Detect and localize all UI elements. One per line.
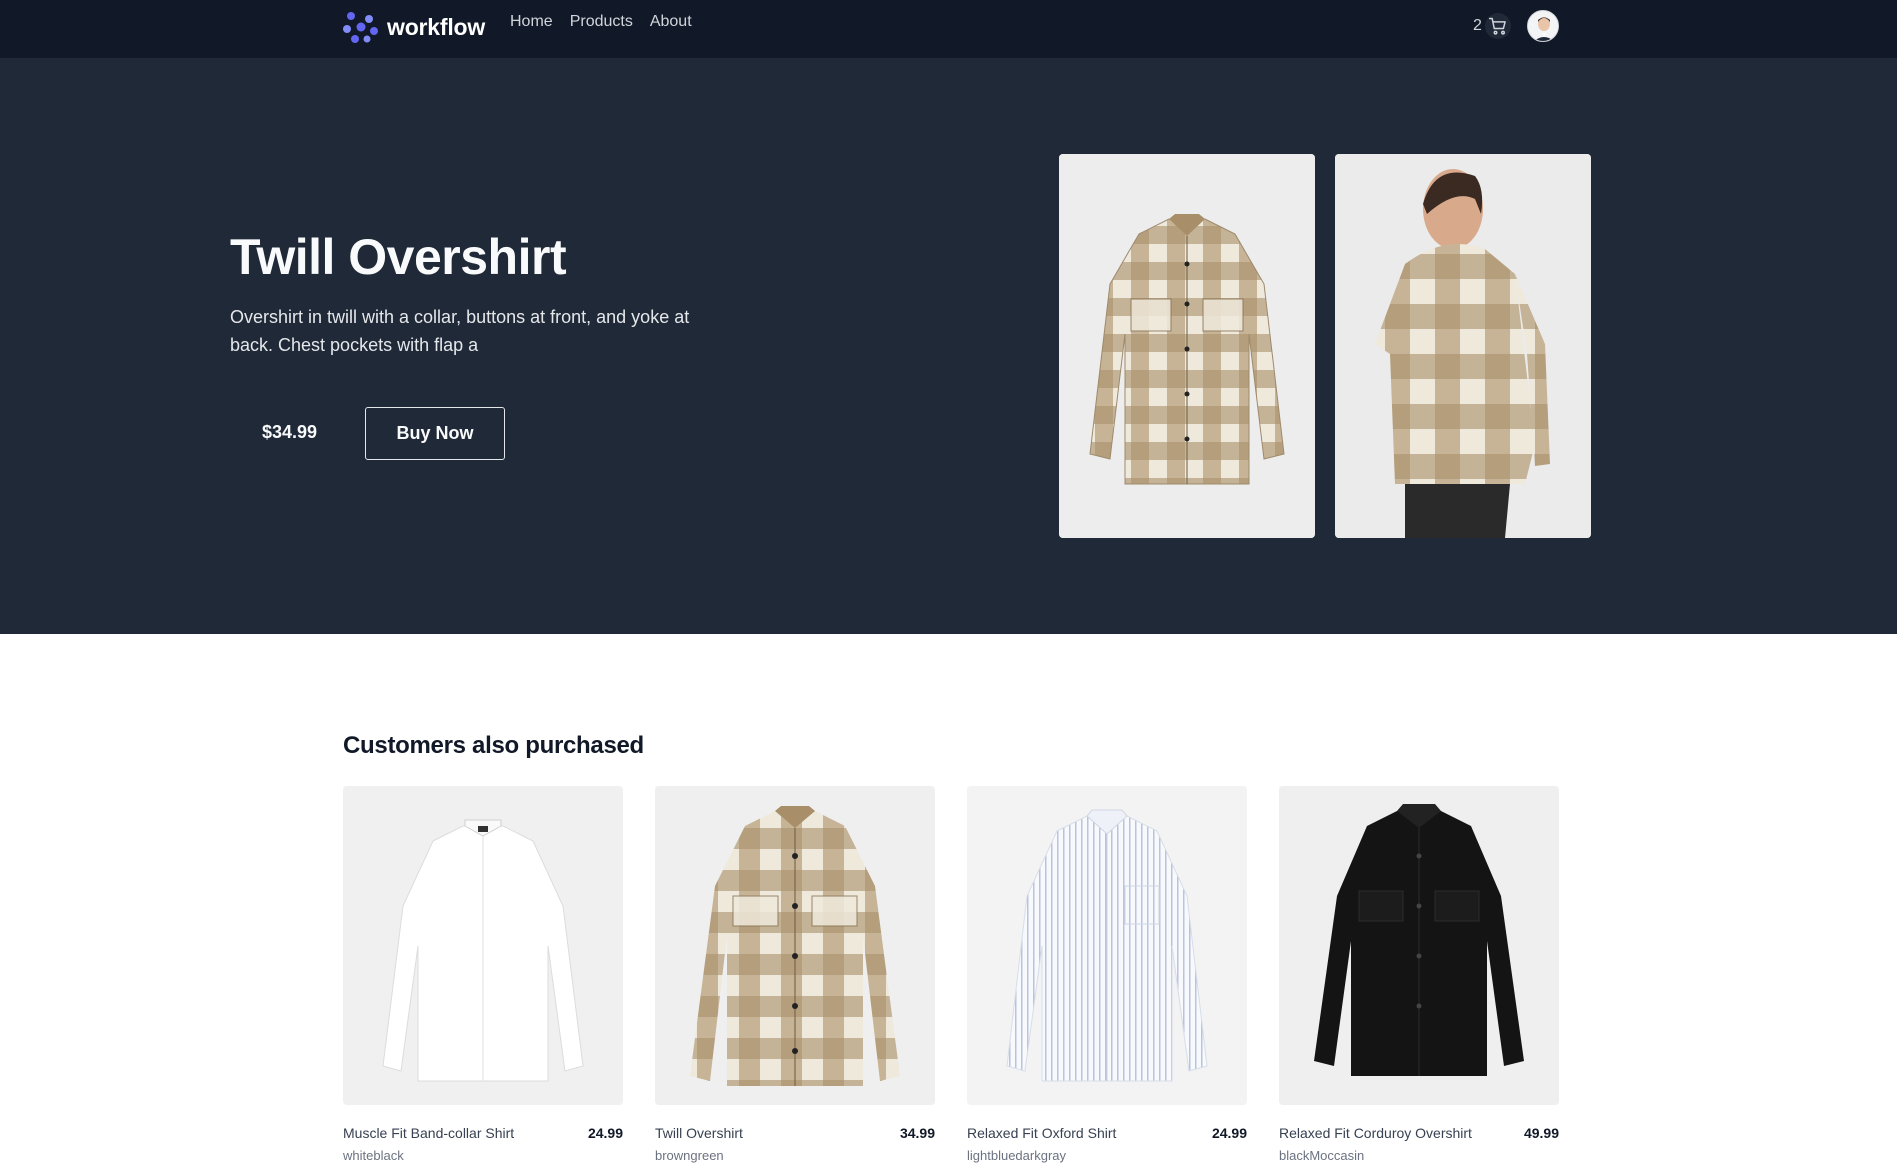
user-avatar[interactable]: [1527, 10, 1559, 42]
product-card[interactable]: Twill Overshirt 34.99 browngreen: [655, 786, 935, 1163]
product-card-image[interactable]: [1279, 786, 1559, 1105]
product-card[interactable]: Relaxed Fit Oxford Shirt 24.99 lightblue…: [967, 786, 1247, 1163]
product-card-price: 24.99: [1211, 1125, 1247, 1141]
nav-links: Home Products About: [510, 13, 692, 31]
nav-link-products[interactable]: Products: [570, 13, 633, 31]
product-card-name[interactable]: Relaxed Fit Corduroy Overshirt: [1279, 1125, 1472, 1141]
related-products-heading: Customers also purchased: [343, 732, 644, 759]
product-image-front[interactable]: [1059, 154, 1315, 538]
product-image-back[interactable]: [1335, 154, 1591, 538]
brand-name: workflow: [387, 13, 486, 40]
workflow-logo-icon: [343, 12, 378, 43]
product-card-price: 24.99: [587, 1125, 623, 1141]
product-card-name[interactable]: Twill Overshirt: [655, 1125, 743, 1141]
product-card-price: 34.99: [899, 1125, 935, 1141]
product-card-color: blackMoccasin: [1279, 1148, 1365, 1163]
product-card-color: whiteblack: [343, 1148, 404, 1163]
product-title: Twill Overshirt: [230, 229, 567, 285]
product-card-color: browngreen: [655, 1148, 724, 1163]
buy-now-button[interactable]: Buy Now: [365, 407, 505, 460]
product-card-image[interactable]: [655, 786, 935, 1105]
top-navbar: workflow Home Products About 2: [0, 0, 1897, 58]
product-card-name[interactable]: Muscle Fit Band-collar Shirt: [343, 1125, 514, 1141]
product-card[interactable]: Muscle Fit Band-collar Shirt 24.99 white…: [343, 786, 623, 1163]
product-card-image[interactable]: [343, 786, 623, 1105]
nav-link-home[interactable]: Home: [510, 13, 553, 31]
hero-section: Twill Overshirt Overshirt in twill with …: [0, 58, 1897, 634]
nav-link-about[interactable]: About: [650, 13, 692, 31]
product-card-color: lightbluedarkgray: [967, 1148, 1067, 1163]
cart-button[interactable]: 2: [1473, 13, 1511, 39]
product-card-name[interactable]: Relaxed Fit Oxford Shirt: [967, 1125, 1116, 1141]
product-card-image[interactable]: [967, 786, 1247, 1105]
product-description: Overshirt in twill with a collar, button…: [230, 307, 690, 355]
cart-icon: [1484, 13, 1511, 39]
product-card-price: 49.99: [1523, 1125, 1559, 1141]
cart-count: 2: [1473, 17, 1482, 34]
brand-logo-link[interactable]: workflow: [343, 10, 485, 44]
product-price: $34.99: [262, 422, 318, 442]
product-card[interactable]: Relaxed Fit Corduroy Overshirt 49.99 bla…: [1279, 786, 1559, 1163]
